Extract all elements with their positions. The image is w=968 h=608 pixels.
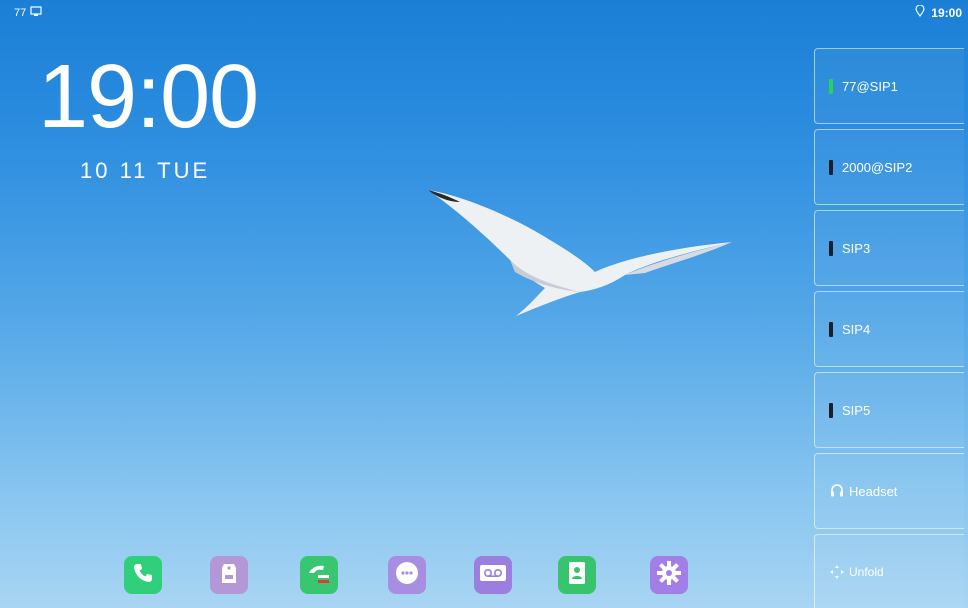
home-clock: 19:00 xyxy=(38,47,259,147)
line-key-label: SIP3 xyxy=(842,240,871,256)
seagull-wallpaper-image xyxy=(420,180,740,325)
unfold-key[interactable]: Unfold xyxy=(814,534,964,608)
line-key-4[interactable]: SIP4 xyxy=(814,291,964,367)
headset-label: Headset xyxy=(849,483,898,499)
app-dock xyxy=(0,556,800,608)
headset-icon xyxy=(829,483,845,499)
line-key-1[interactable]: 77@SIP1 xyxy=(814,48,964,124)
phone-icon xyxy=(131,561,155,590)
gear-icon xyxy=(656,560,682,591)
home-screen: 77 19:00 19:00 10 11 TUE 77@SIP1 2000@SI… xyxy=(0,0,968,608)
call-log-icon xyxy=(306,561,332,590)
status-time: 19:00 xyxy=(931,5,962,20)
location-pin-icon xyxy=(915,4,925,20)
account-number: 77 xyxy=(14,7,27,19)
line-status-indicator xyxy=(829,159,833,175)
headset-key[interactable]: Headset xyxy=(814,453,964,529)
directory-app-button[interactable] xyxy=(558,556,596,594)
line-key-label: 2000@SIP2 xyxy=(842,159,913,175)
line-key-label: 77@SIP1 xyxy=(842,78,898,94)
call-history-app-button[interactable] xyxy=(300,556,338,594)
line-key-panel: 77@SIP1 2000@SIP2 SIP3 SIP4 SIP5 Headset xyxy=(814,46,968,608)
line-status-indicator xyxy=(829,402,833,418)
voicemail-icon xyxy=(479,563,507,588)
voicemail-app-button[interactable] xyxy=(474,556,512,594)
phone-register-icon xyxy=(30,6,42,20)
unfold-icon xyxy=(829,564,845,580)
app-grid-icon xyxy=(394,560,420,591)
home-date: 10 11 TUE xyxy=(80,158,211,183)
line-status-indicator xyxy=(829,240,833,256)
line-key-label: SIP4 xyxy=(842,321,871,337)
contacts-icon xyxy=(566,560,588,591)
message-tag-icon xyxy=(218,560,240,591)
settings-app-button[interactable] xyxy=(650,556,688,594)
line-key-3[interactable]: SIP3 xyxy=(814,210,964,286)
line-key-label: SIP5 xyxy=(842,402,871,418)
line-key-5[interactable]: SIP5 xyxy=(814,372,964,448)
status-right: 19:00 xyxy=(915,4,962,20)
status-bar: 77 19:00 xyxy=(0,0,968,26)
unfold-label: Unfold xyxy=(849,564,884,579)
message-app-button[interactable] xyxy=(210,556,248,594)
line-status-indicator xyxy=(829,78,833,94)
apps-button[interactable] xyxy=(388,556,426,594)
dial-app-button[interactable] xyxy=(124,556,162,594)
line-status-indicator xyxy=(829,321,833,337)
status-left: 77 xyxy=(14,6,42,20)
line-key-2[interactable]: 2000@SIP2 xyxy=(814,129,964,205)
